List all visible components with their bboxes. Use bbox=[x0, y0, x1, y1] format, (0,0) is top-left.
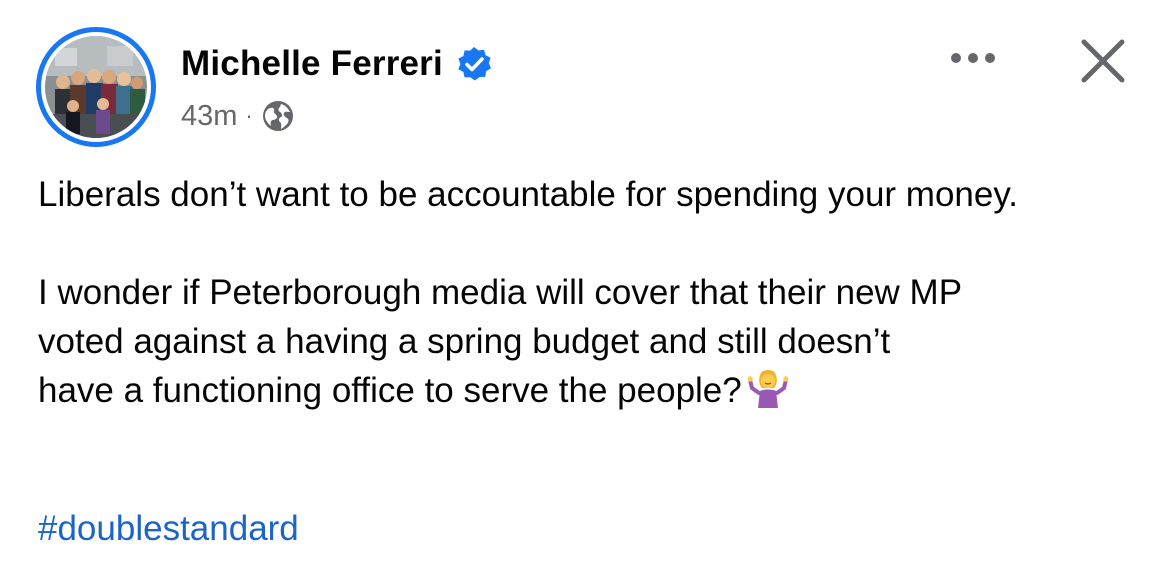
close-icon bbox=[1074, 39, 1132, 94]
hashtag-link[interactable]: #doublestandard bbox=[38, 504, 299, 553]
post-paragraph-2-line-1: I wonder if Peterborough media will cove… bbox=[38, 273, 963, 312]
post-paragraph-2-line-3-wrapper: have a functioning office to serve the p… bbox=[38, 366, 1138, 415]
profile-photo bbox=[45, 36, 147, 138]
post-paragraph-2-line-2: voted against a having a spring budget a… bbox=[38, 322, 891, 361]
post-meta: 43m · bbox=[181, 96, 295, 136]
close-button[interactable] bbox=[1074, 32, 1132, 90]
avatar[interactable] bbox=[36, 27, 156, 147]
timestamp[interactable]: 43m bbox=[181, 100, 237, 133]
post-paragraph-1: Liberals don’t want to be accountable fo… bbox=[38, 175, 1018, 214]
author-row: Michelle Ferreri bbox=[181, 40, 493, 88]
post-paragraph-2-line-3: have a functioning office to serve the p… bbox=[38, 371, 742, 410]
verified-badge-icon bbox=[455, 45, 493, 83]
meta-separator: · bbox=[245, 103, 253, 128]
more-horizontal-icon bbox=[948, 51, 998, 70]
author-name[interactable]: Michelle Ferreri bbox=[181, 44, 443, 84]
post-body: Liberals don’t want to be accountable fo… bbox=[38, 170, 1138, 415]
woman-shrugging-emoji-icon bbox=[746, 368, 789, 410]
globe-icon[interactable] bbox=[261, 99, 295, 133]
more-options-button[interactable] bbox=[942, 40, 1004, 80]
